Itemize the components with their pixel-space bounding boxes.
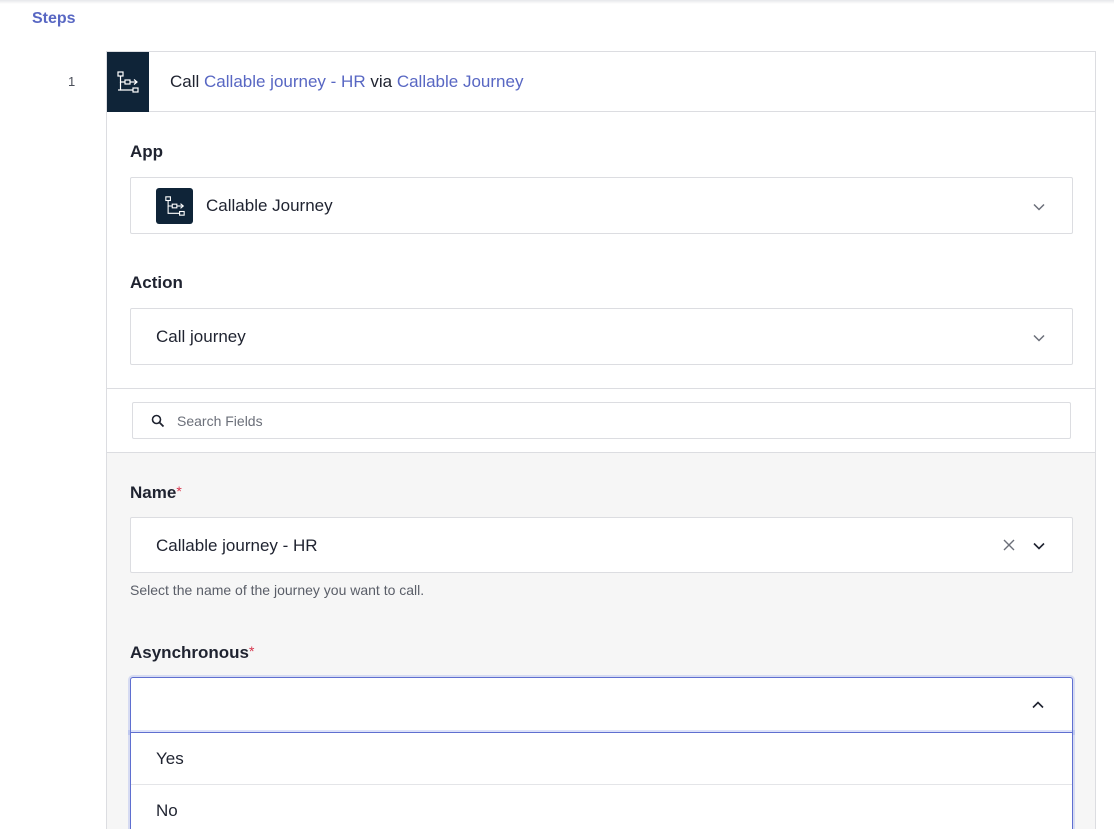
app-select-value: Callable Journey	[206, 196, 333, 215]
option-no[interactable]: No	[131, 785, 1072, 829]
action-select[interactable]: Call journey	[130, 308, 1073, 365]
name-select-value: Callable journey - HR	[156, 536, 318, 555]
top-shadow	[0, 0, 1114, 4]
step-card: Call Callable journey - HR via Callable …	[106, 51, 1096, 829]
section-divider	[107, 388, 1095, 389]
chevron-down-icon[interactable]	[1032, 200, 1046, 214]
chevron-down-icon[interactable]	[1032, 539, 1046, 553]
chevron-up-icon[interactable]	[1031, 698, 1045, 712]
name-label-text: Name	[130, 483, 177, 502]
app-select[interactable]: Callable Journey	[130, 177, 1073, 234]
app-link[interactable]: Callable Journey	[397, 72, 524, 91]
option-label: No	[156, 801, 178, 820]
app-label: App	[130, 142, 164, 161]
action-select-value: Call journey	[156, 327, 246, 346]
required-mark: *	[249, 643, 255, 659]
name-select[interactable]: Callable journey - HR	[130, 517, 1073, 573]
option-label: Yes	[156, 749, 184, 768]
callable-journey-icon	[107, 52, 149, 112]
search-icon	[151, 414, 165, 428]
step-title-via: via	[370, 72, 393, 91]
section-title: Steps	[32, 10, 76, 27]
fields-panel: Name* Callable journey - HR Select the n…	[107, 452, 1095, 829]
step-title-prefix: Call	[170, 72, 200, 91]
action-label: Action	[130, 273, 183, 292]
step-number: 1	[68, 74, 76, 89]
name-label: Name*	[130, 483, 182, 503]
async-label-text: Asynchronous	[130, 643, 250, 662]
option-yes[interactable]: Yes	[131, 733, 1072, 785]
journey-link[interactable]: Callable journey - HR	[204, 72, 366, 91]
callable-journey-icon	[156, 188, 193, 224]
async-options-list: Yes No	[130, 732, 1073, 829]
search-fields[interactable]	[132, 402, 1071, 439]
required-mark: *	[176, 483, 182, 499]
async-label: Asynchronous*	[130, 643, 254, 663]
search-input[interactable]	[177, 411, 777, 431]
step-title: Call Callable journey - HR via Callable …	[170, 72, 523, 92]
chevron-down-icon[interactable]	[1032, 331, 1046, 345]
name-help-text: Select the name of the journey you want …	[130, 582, 425, 598]
clear-icon[interactable]	[1002, 538, 1016, 552]
step-header[interactable]: Call Callable journey - HR via Callable …	[107, 52, 1095, 112]
async-select[interactable]	[130, 677, 1073, 733]
